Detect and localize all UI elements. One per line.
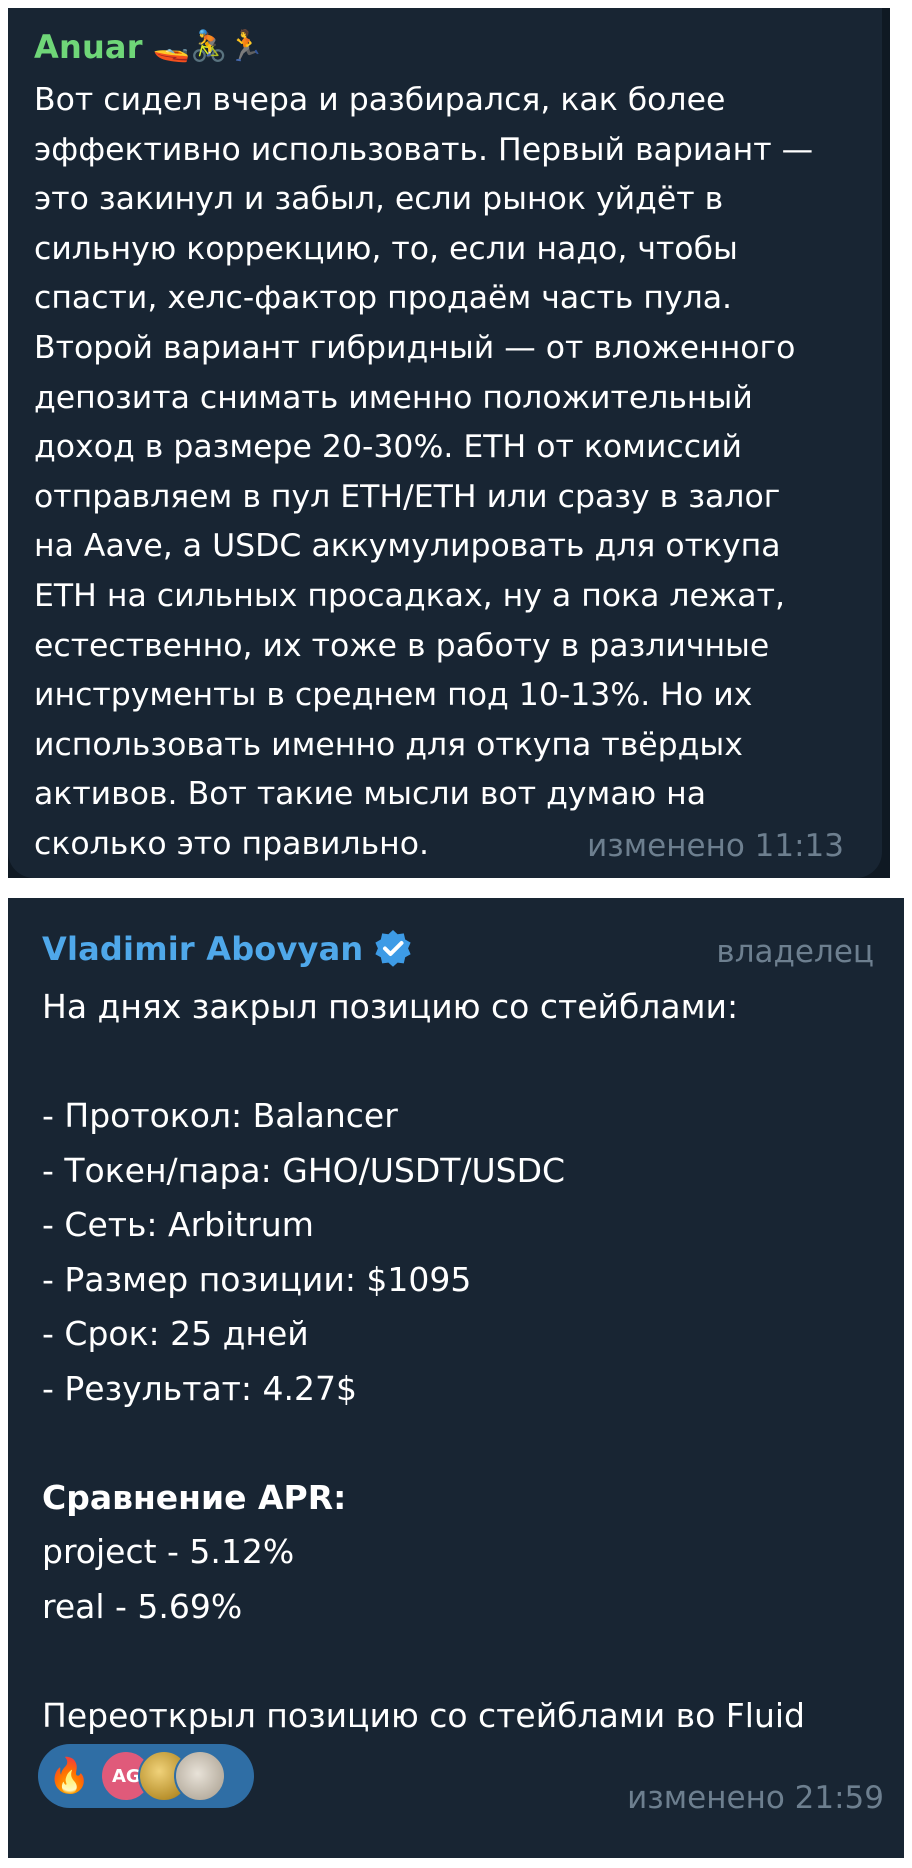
message-panel-anuar: Anuar 🚤🚴🏃 Вот сидел вчера и разбирался, … — [8, 8, 890, 878]
apr-heading: Сравнение APR: — [42, 1477, 347, 1517]
bullet-result: - Результат: 4.27$ — [42, 1368, 357, 1408]
bullet-protocol: - Протокол: Balancer — [42, 1096, 398, 1135]
message-text: На днях закрыл позицию со стейблами: - П… — [42, 980, 878, 1743]
bullet-position-size: - Размер позиции: $1095 — [42, 1259, 472, 1299]
owner-role-label: владелец — [716, 934, 874, 970]
sender-row: Anuar 🚤🚴🏃 — [34, 22, 858, 72]
edited-timestamp: изменено 11:13 — [587, 828, 844, 864]
sender-name[interactable]: Vladimir Abovyan — [42, 930, 363, 968]
sender-emoji-status: 🚤🚴🏃 — [152, 29, 265, 64]
reactions-bar[interactable]: 🔥 AG — [38, 1744, 254, 1808]
message-panel-vladimir: Vladimir Abovyan владелец На днях закрыл… — [8, 898, 904, 1858]
fire-reaction-icon[interactable]: 🔥 — [48, 1759, 90, 1793]
sender-name[interactable]: Anuar — [34, 28, 143, 66]
verified-badge-icon — [375, 930, 411, 967]
reactor-avatar[interactable] — [174, 1750, 227, 1802]
bullet-duration: - Срок: 25 дней — [42, 1314, 309, 1353]
message-footer: Переоткрыл позицию со стейблами во Fluid — [42, 1695, 805, 1735]
bullet-token-pair: - Токен/пара: GHO/USDT/USDC — [42, 1150, 566, 1190]
message-bubble[interactable]: Vladimir Abovyan владелец На днях закрыл… — [8, 898, 904, 1858]
apr-project: project - 5.12% — [42, 1532, 295, 1571]
apr-real: real - 5.69% — [42, 1586, 243, 1626]
edited-timestamp: изменено 21:59 — [627, 1780, 884, 1816]
message-bubble[interactable]: Anuar 🚤🚴🏃 Вот сидел вчера и разбирался, … — [8, 8, 882, 878]
message-text: Вот сидел вчера и разбирался, как более … — [34, 82, 814, 862]
bullet-network: - Сеть: Arbitrum — [42, 1205, 314, 1244]
message-intro: На днях закрыл позицию со стейблами: — [42, 987, 739, 1026]
